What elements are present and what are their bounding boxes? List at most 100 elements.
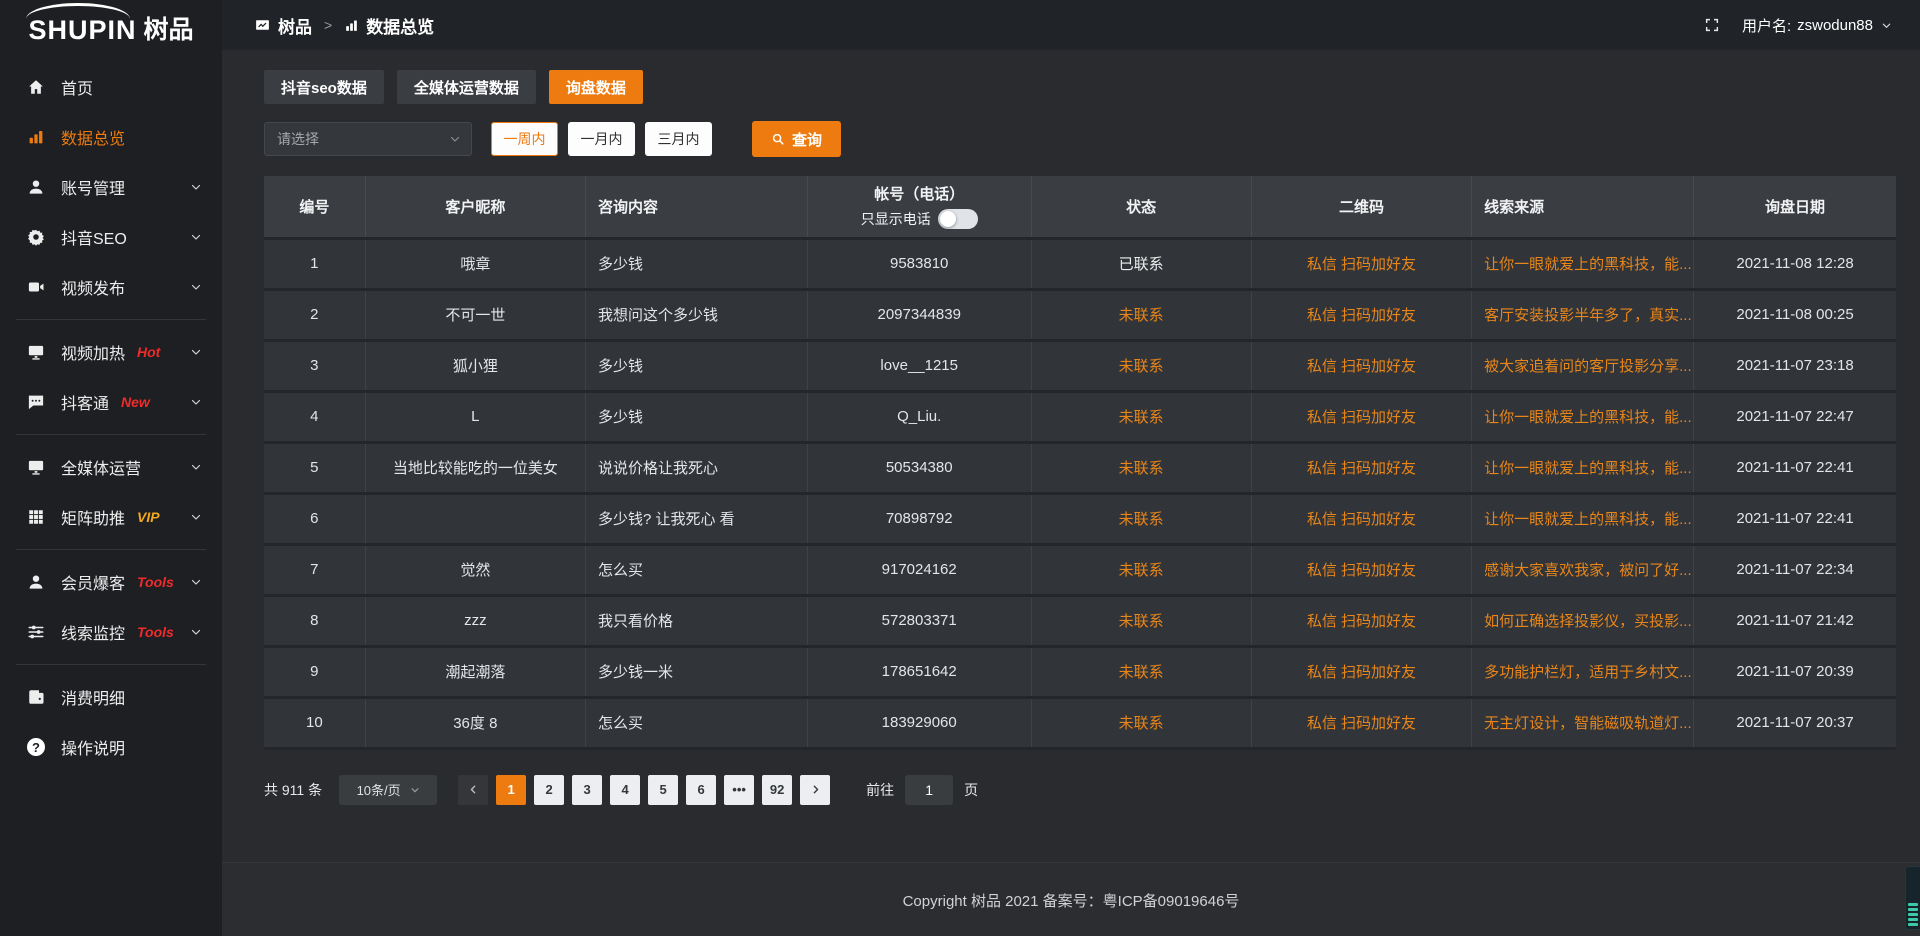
- column-header-source: 线索来源: [1472, 176, 1694, 238]
- search-button[interactable]: 查询: [752, 121, 841, 157]
- sidebar-item-home[interactable]: 首页: [0, 62, 222, 112]
- sidebar-item-account-management[interactable]: 账号管理: [0, 162, 222, 212]
- cell-qrcode-link: 私信 扫码加好友: [1251, 646, 1471, 697]
- cell-source-link-text[interactable]: 感谢大家喜欢我家，被问了好...: [1484, 562, 1692, 579]
- cell-nickname-text: zzz: [464, 612, 487, 629]
- cell-source-link-text[interactable]: 如何正确选择投影仪，买投影...: [1484, 613, 1692, 630]
- page-button-4[interactable]: 4: [610, 775, 640, 805]
- tab-inactive[interactable]: 抖音seo数据: [264, 70, 384, 104]
- sidebar-item-video-publish[interactable]: 视频发布: [0, 262, 222, 312]
- monitor-icon: [26, 342, 46, 362]
- tab-active[interactable]: 询盘数据: [549, 70, 643, 104]
- cell-qrcode-link-text[interactable]: 私信 扫码加好友: [1307, 460, 1416, 477]
- cell-qrcode-link-text[interactable]: 私信 扫码加好友: [1307, 715, 1416, 732]
- next-page-button[interactable]: [800, 775, 830, 805]
- cell-index-text: 4: [310, 408, 318, 425]
- cell-nickname-text: 狐小狸: [453, 358, 498, 375]
- breadcrumb: 树品 > 数据总览: [254, 13, 434, 38]
- cell-date-text: 2021-11-07 23:18: [1736, 357, 1853, 374]
- cell-account-text: 50534380: [886, 459, 953, 476]
- sidebar-item-label: 会员爆客: [61, 570, 125, 594]
- cell-source-link-text[interactable]: 多功能护栏灯，适用于乡村文...: [1484, 664, 1692, 681]
- sidebar-item-label: 账号管理: [61, 175, 125, 199]
- range-button[interactable]: 一周内: [491, 122, 558, 156]
- chevron-down-icon: [190, 396, 202, 408]
- cell-status: 未联系: [1031, 340, 1251, 391]
- table-header-row: 编号 客户昵称 咨询内容 帐号（电话） 只显示电话: [264, 176, 1896, 238]
- cell-date-text: 2021-11-07 20:37: [1736, 714, 1853, 731]
- column-header-content: 咨询内容: [585, 176, 807, 238]
- app-window: SHUPIN 树品 首页数据总览账号管理抖音SEO视频发布视频加热Hot抖客通N…: [0, 0, 1920, 936]
- bar-chart-icon: [344, 18, 359, 33]
- cell-index-text: 1: [310, 255, 318, 272]
- sidebar-item-label: 抖音SEO: [61, 225, 127, 249]
- page-button-2[interactable]: 2: [534, 775, 564, 805]
- cell-source-link: 让你一眼就爱上的黑科技，能...: [1472, 442, 1694, 493]
- cell-date-text: 2021-11-07 22:41: [1736, 510, 1853, 527]
- sidebar-item-data-overview[interactable]: 数据总览: [0, 112, 222, 162]
- cell-qrcode-link-text[interactable]: 私信 扫码加好友: [1307, 358, 1416, 375]
- fullscreen-icon[interactable]: [1704, 17, 1720, 33]
- cell-content-text: 多少钱? 让我死心 看: [598, 511, 735, 528]
- cell-source-link: 多功能护栏灯，适用于乡村文...: [1472, 646, 1694, 697]
- cell-status-text: 未联系: [1119, 307, 1164, 324]
- sidebar-item-doukatong[interactable]: 抖客通New: [0, 377, 222, 427]
- sidebar-item-video-heating[interactable]: 视频加热Hot: [0, 327, 222, 377]
- sidebar-item-label: 视频加热: [61, 340, 125, 364]
- cell-index-text: 9: [310, 663, 318, 680]
- sidebar-item-label: 矩阵助推: [61, 505, 125, 529]
- tab-inactive[interactable]: 全媒体运营数据: [397, 70, 536, 104]
- cell-account-text: Q_Liu.: [897, 408, 941, 425]
- sidebar-item-consumption-detail[interactable]: 消费明细: [0, 672, 222, 722]
- cell-source-link-text[interactable]: 客厅安装投影半年多了，真实...: [1484, 307, 1692, 324]
- cell-qrcode-link-text[interactable]: 私信 扫码加好友: [1307, 664, 1416, 681]
- cell-source-link-text[interactable]: 被大家追着问的客厅投影分享...: [1484, 358, 1692, 375]
- sidebar-item-lead-monitor[interactable]: 线索监控Tools: [0, 607, 222, 657]
- sidebar-item-douyin-seo[interactable]: 抖音SEO: [0, 212, 222, 262]
- phone-only-toggle[interactable]: [938, 209, 978, 229]
- page-button-5[interactable]: 5: [648, 775, 678, 805]
- page-size-select[interactable]: 10条/页: [339, 775, 437, 805]
- page-button-6[interactable]: 6: [686, 775, 716, 805]
- sidebar-item-matrix-boost[interactable]: 矩阵助推VIP: [0, 492, 222, 542]
- cell-content: 多少钱: [585, 340, 807, 391]
- breadcrumb-root[interactable]: 树品: [278, 13, 312, 38]
- range-button[interactable]: 三月内: [645, 122, 712, 156]
- sidebar-item-member-baoke[interactable]: 会员爆客Tools: [0, 557, 222, 607]
- pagination: 共 911 条 10条/页 123456•••92 前往 页: [264, 775, 1896, 805]
- cell-qrcode-link-text[interactable]: 私信 扫码加好友: [1307, 409, 1416, 426]
- user-menu[interactable]: 用户名: zswodun88: [1742, 15, 1892, 36]
- cell-account: 917024162: [807, 544, 1031, 595]
- sidebar-item-operation-guide[interactable]: ?操作说明: [0, 722, 222, 772]
- cell-status: 未联系: [1031, 442, 1251, 493]
- cell-source-link-text[interactable]: 无主灯设计，智能磁吸轨道灯...: [1484, 715, 1692, 732]
- cell-account: 178651642: [807, 646, 1031, 697]
- goto-page-input[interactable]: [905, 775, 953, 805]
- cell-status-text: 未联系: [1119, 358, 1164, 375]
- cell-source-link-text[interactable]: 让你一眼就爱上的黑科技，能...: [1484, 460, 1692, 477]
- cell-qrcode-link-text[interactable]: 私信 扫码加好友: [1307, 562, 1416, 579]
- filter-select[interactable]: 请选择: [264, 122, 472, 156]
- cell-qrcode-link-text[interactable]: 私信 扫码加好友: [1307, 511, 1416, 528]
- cell-source-link-text[interactable]: 让你一眼就爱上的黑科技，能...: [1484, 409, 1692, 426]
- cell-qrcode-link-text[interactable]: 私信 扫码加好友: [1307, 613, 1416, 630]
- cell-source-link: 让你一眼就爱上的黑科技，能...: [1472, 238, 1694, 289]
- range-button[interactable]: 一月内: [568, 122, 635, 156]
- page-button-1[interactable]: 1: [496, 775, 526, 805]
- pager-more-button[interactable]: •••: [724, 775, 754, 805]
- cell-source-link: 让你一眼就爱上的黑科技，能...: [1472, 391, 1694, 442]
- cell-qrcode-link-text[interactable]: 私信 扫码加好友: [1307, 256, 1416, 273]
- video-icon: [26, 277, 46, 297]
- cell-source-link-text[interactable]: 让你一眼就爱上的黑科技，能...: [1484, 256, 1692, 273]
- prev-page-button[interactable]: [458, 775, 488, 805]
- cell-index-text: 3: [310, 357, 318, 374]
- cell-content: 多少钱一米: [585, 646, 807, 697]
- cell-account: love__1215: [807, 340, 1031, 391]
- sidebar-item-omni-media-operation[interactable]: 全媒体运营: [0, 442, 222, 492]
- page-button-92[interactable]: 92: [762, 775, 792, 805]
- page-button-3[interactable]: 3: [572, 775, 602, 805]
- goto-label: 前往: [866, 780, 894, 800]
- cell-qrcode-link-text[interactable]: 私信 扫码加好友: [1307, 307, 1416, 324]
- cell-source-link-text[interactable]: 让你一眼就爱上的黑科技，能...: [1484, 511, 1692, 528]
- table-row: 5当地比较能吃的一位美女说说价格让我死心50534380未联系私信 扫码加好友让…: [264, 442, 1896, 493]
